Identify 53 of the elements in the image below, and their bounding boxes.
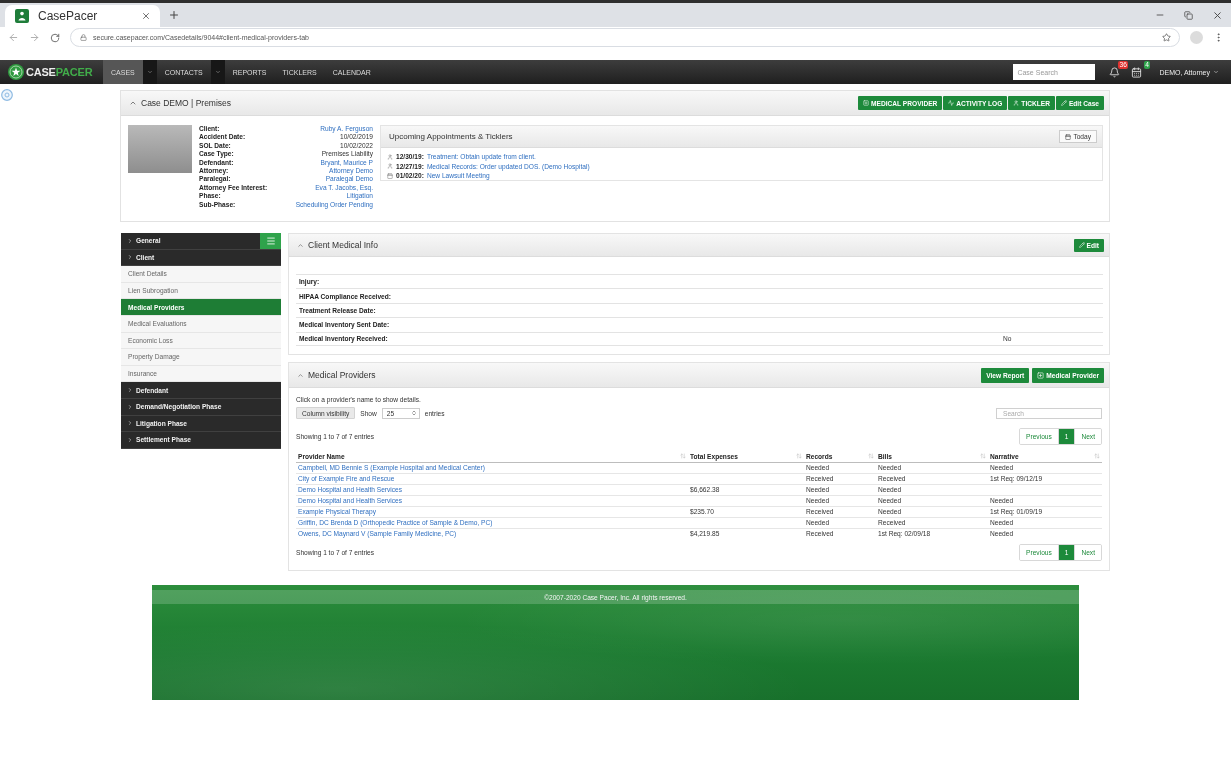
caret-icon — [214, 69, 221, 75]
pencil-icon — [1078, 242, 1085, 248]
profile-avatar[interactable] — [1190, 31, 1203, 44]
chevron-up-icon[interactable] — [297, 241, 304, 249]
chevron-right-icon — [127, 387, 133, 394]
panel-title: Medical Providers — [308, 370, 376, 380]
up-down-caret-icon — [410, 410, 417, 416]
calendar-icon — [1065, 133, 1072, 140]
panel-title: Client Medical Info — [308, 240, 378, 250]
browser-tab[interactable]: CasePacer — [5, 5, 160, 27]
sort-icon — [1094, 453, 1100, 460]
plus-square-icon — [1037, 371, 1045, 379]
lock-icon — [80, 34, 87, 41]
caret-icon — [146, 69, 153, 75]
star-icon[interactable] — [1162, 33, 1171, 42]
user-icon — [387, 163, 393, 170]
dropdown-toggle[interactable] — [210, 60, 225, 84]
plus-square-icon — [863, 100, 870, 106]
chevron-right-icon — [127, 420, 133, 427]
sort-icon — [796, 453, 802, 460]
chevron-right-icon — [127, 254, 133, 261]
menu-button[interactable] — [260, 233, 281, 249]
calendar-icon[interactable] — [1131, 66, 1143, 78]
chevron-up-icon[interactable] — [297, 371, 304, 379]
pencil-icon — [1060, 100, 1067, 106]
chevron-right-icon — [127, 237, 133, 244]
user-icon — [1013, 100, 1020, 106]
caret-icon — [1213, 69, 1219, 75]
calendar-icon — [387, 172, 393, 179]
photo-placeholder — [128, 125, 192, 173]
user-icon — [387, 153, 393, 160]
close-icon[interactable] — [1212, 9, 1223, 21]
sort-icon — [980, 453, 986, 460]
bell-icon[interactable] — [1109, 66, 1121, 78]
ring-icon[interactable] — [1, 89, 13, 101]
sort-icon — [680, 453, 686, 460]
pulse-line-icon — [948, 100, 955, 106]
restore-icon[interactable] — [1184, 10, 1193, 20]
close-icon[interactable] — [141, 11, 151, 21]
plus-icon[interactable] — [168, 9, 180, 21]
back-icon[interactable] — [8, 32, 19, 43]
appointments-title: Upcoming Appointments & Ticklers — [389, 132, 513, 141]
logo-wordmark: CASEPACER — [26, 66, 93, 78]
reload-icon[interactable] — [50, 32, 60, 43]
chevron-right-icon — [127, 403, 133, 410]
forward-icon[interactable] — [29, 32, 40, 43]
chevron-right-icon — [127, 436, 133, 443]
menu-icon — [265, 235, 276, 246]
favicon-icon — [15, 9, 29, 23]
chevron-up-icon[interactable] — [129, 99, 137, 107]
case-title: Case DEMO | Premises — [141, 98, 232, 108]
sort-icon — [868, 453, 874, 460]
logo-icon — [8, 64, 24, 80]
